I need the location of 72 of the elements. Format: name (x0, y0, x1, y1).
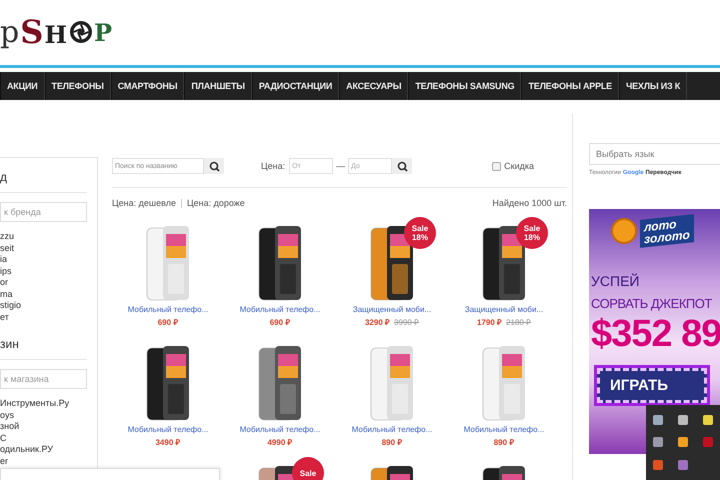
old-price: 3990 ₽ (394, 317, 420, 327)
jackpot-amount: $352 89 (591, 313, 720, 356)
product-price: 890 ₽ (494, 437, 514, 447)
nav-link[interactable]: ТЕЛЕФОНЫ APPLE (521, 72, 619, 100)
product-name-link[interactable]: Мобильный телефо... (128, 425, 208, 434)
sort-link[interactable]: Цена: дешевле (112, 198, 176, 208)
nav-link[interactable]: ПЛАНШЕТЫ (184, 72, 252, 100)
discount-checkbox[interactable] (492, 162, 502, 170)
nav-link[interactable]: ТЕЛЕФОНЫ SAMSUNG (408, 72, 522, 100)
product-name-link[interactable]: Мобильный телефо... (128, 305, 208, 314)
filter-heading: зин (0, 337, 87, 360)
product-price: 690 ₽ (270, 317, 290, 327)
search-button[interactable] (204, 158, 224, 174)
nav-link[interactable]: СМАРТФОНЫ (110, 72, 184, 100)
product-name-link[interactable]: Защищенный моби... (464, 305, 544, 314)
brand-link[interactable]: ет (0, 312, 87, 323)
sale-badge: Sale 18% (516, 217, 548, 249)
banner-text: СОРВАТЬ ДЖЕКПОТ (591, 296, 713, 311)
tray-app-icon[interactable] (676, 414, 689, 426)
store-link[interactable]: зной (0, 421, 87, 432)
sale-badge: Sale (292, 457, 324, 480)
lottery-logo: лото золото (640, 214, 694, 248)
brand-link[interactable]: seit (0, 242, 87, 254)
price-label: Цена: (261, 161, 286, 171)
results-count: Найдено 1000 шт. (492, 198, 567, 208)
nav-link[interactable]: АКСЕСУАРЫ (339, 72, 408, 100)
banner-text: УСПЕЙ (591, 273, 640, 289)
play-button[interactable]: ИГРАТЬ (597, 368, 707, 403)
aperture-icon (69, 20, 94, 44)
search-icon (396, 160, 408, 172)
search-icon (208, 160, 220, 172)
nav-link[interactable]: РАДИОСТАНЦИИ (252, 72, 340, 100)
product-name-link[interactable]: Мобильный телефо... (464, 425, 544, 434)
discount-label: Скидка (504, 161, 534, 171)
brand-link[interactable]: zzu (0, 231, 87, 242)
brand-link[interactable]: stigio (0, 300, 87, 312)
product-name-link[interactable]: Защищенный моби... (352, 305, 432, 314)
product-price: 1790 ₽ (476, 317, 502, 327)
filter-button[interactable] (392, 158, 412, 174)
nav-link[interactable]: ТЕЛЕФОНЫ (44, 72, 111, 100)
tray-app-icon[interactable] (676, 458, 689, 471)
range-dash: — (336, 161, 346, 171)
product-price: 4990 ₽ (267, 437, 293, 447)
product-price: 3490 ₽ (155, 437, 181, 447)
product-price: 690 ₽ (158, 317, 178, 327)
tray-app-icon[interactable] (652, 436, 664, 448)
product-price: 890 ₽ (382, 437, 402, 447)
store-link[interactable]: Инструменты.Ру (0, 398, 87, 410)
nav-link[interactable]: АКЦИИ (0, 72, 45, 100)
old-price: 2180 ₽ (506, 317, 532, 327)
product-price: 3290 ₽ (364, 317, 390, 327)
filter-heading: д (0, 170, 87, 193)
sale-badge: Sale 18% (404, 217, 436, 249)
store-link[interactable]: C (0, 432, 87, 444)
brand-link[interactable]: ia (0, 254, 87, 266)
product-name-link[interactable]: Мобильный телефо... (240, 425, 320, 434)
store-link[interactable]: oys (0, 410, 87, 421)
brand-link[interactable]: ma (0, 288, 87, 300)
language-select[interactable]: Выбрать язык (589, 143, 720, 165)
tray-app-icon[interactable] (702, 414, 714, 426)
brand-link[interactable]: or (0, 277, 87, 288)
coin-icon (611, 218, 637, 244)
store-link[interactable]: одильник.РУ (0, 444, 87, 456)
brand-link[interactable]: ips (0, 266, 87, 277)
tray-app-icon[interactable] (676, 436, 689, 448)
product-name-link[interactable]: Мобильный телефо... (352, 425, 432, 434)
tray-app-icon[interactable] (652, 414, 664, 426)
store-link[interactable]: er (0, 456, 87, 467)
shop-logo[interactable]: pSH P (0, 0, 720, 64)
product-name-link[interactable]: Мобильный телефо... (240, 305, 320, 314)
sort-link[interactable]: Цена: дороже (186, 198, 245, 208)
nav-link[interactable]: ЧЕХЛЫ ИЗ К (619, 72, 688, 100)
